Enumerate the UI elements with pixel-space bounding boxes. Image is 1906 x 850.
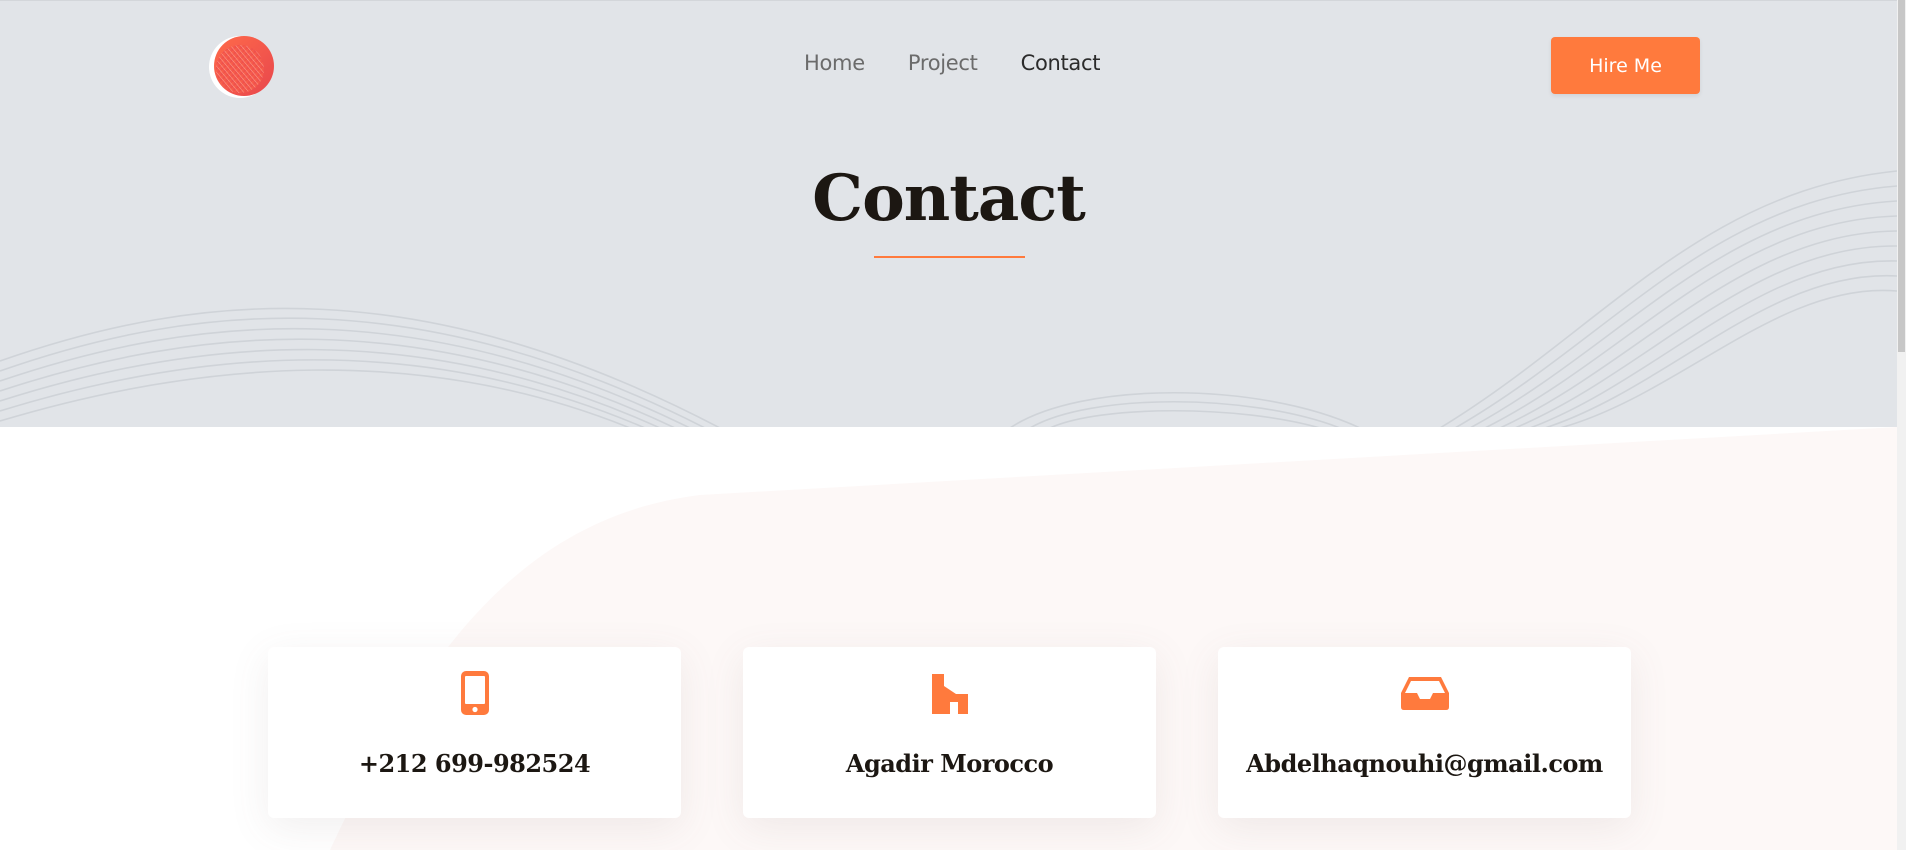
email-card: Abdelhaqnouhi@gmail.com	[1218, 647, 1631, 818]
hire-me-button[interactable]: Hire Me	[1551, 37, 1700, 94]
page-title: Contact	[812, 161, 1086, 236]
scrollbar-thumb[interactable]	[1898, 0, 1905, 352]
nav-home[interactable]: Home	[804, 51, 865, 75]
page: Home Project Contact Hire Me Contact +21…	[0, 0, 1906, 850]
title-underline	[874, 256, 1025, 258]
logo[interactable]	[204, 33, 284, 99]
location-text: Agadir Morocco	[845, 749, 1054, 778]
nav-contact[interactable]: Contact	[1021, 51, 1101, 75]
email-address[interactable]: Abdelhaqnouhi@gmail.com	[1218, 749, 1631, 778]
phone-number[interactable]: +212 699-982524	[268, 749, 681, 778]
hero-section: Home Project Contact Hire Me Contact	[0, 0, 1897, 427]
contact-cards: +212 699-982524 Agadir Morocco Abdelhaqn…	[268, 647, 1631, 818]
inbox-icon	[1399, 669, 1451, 717]
mobile-phone-icon	[449, 669, 501, 717]
main-nav: Home Project Contact	[804, 51, 1100, 75]
phone-card: +212 699-982524	[268, 647, 681, 818]
scrollbar[interactable]	[1897, 0, 1906, 850]
home-icon	[924, 669, 976, 717]
circle-logo-icon	[209, 36, 274, 98]
location-card: Agadir Morocco	[743, 647, 1156, 818]
nav-project[interactable]: Project	[908, 51, 978, 75]
